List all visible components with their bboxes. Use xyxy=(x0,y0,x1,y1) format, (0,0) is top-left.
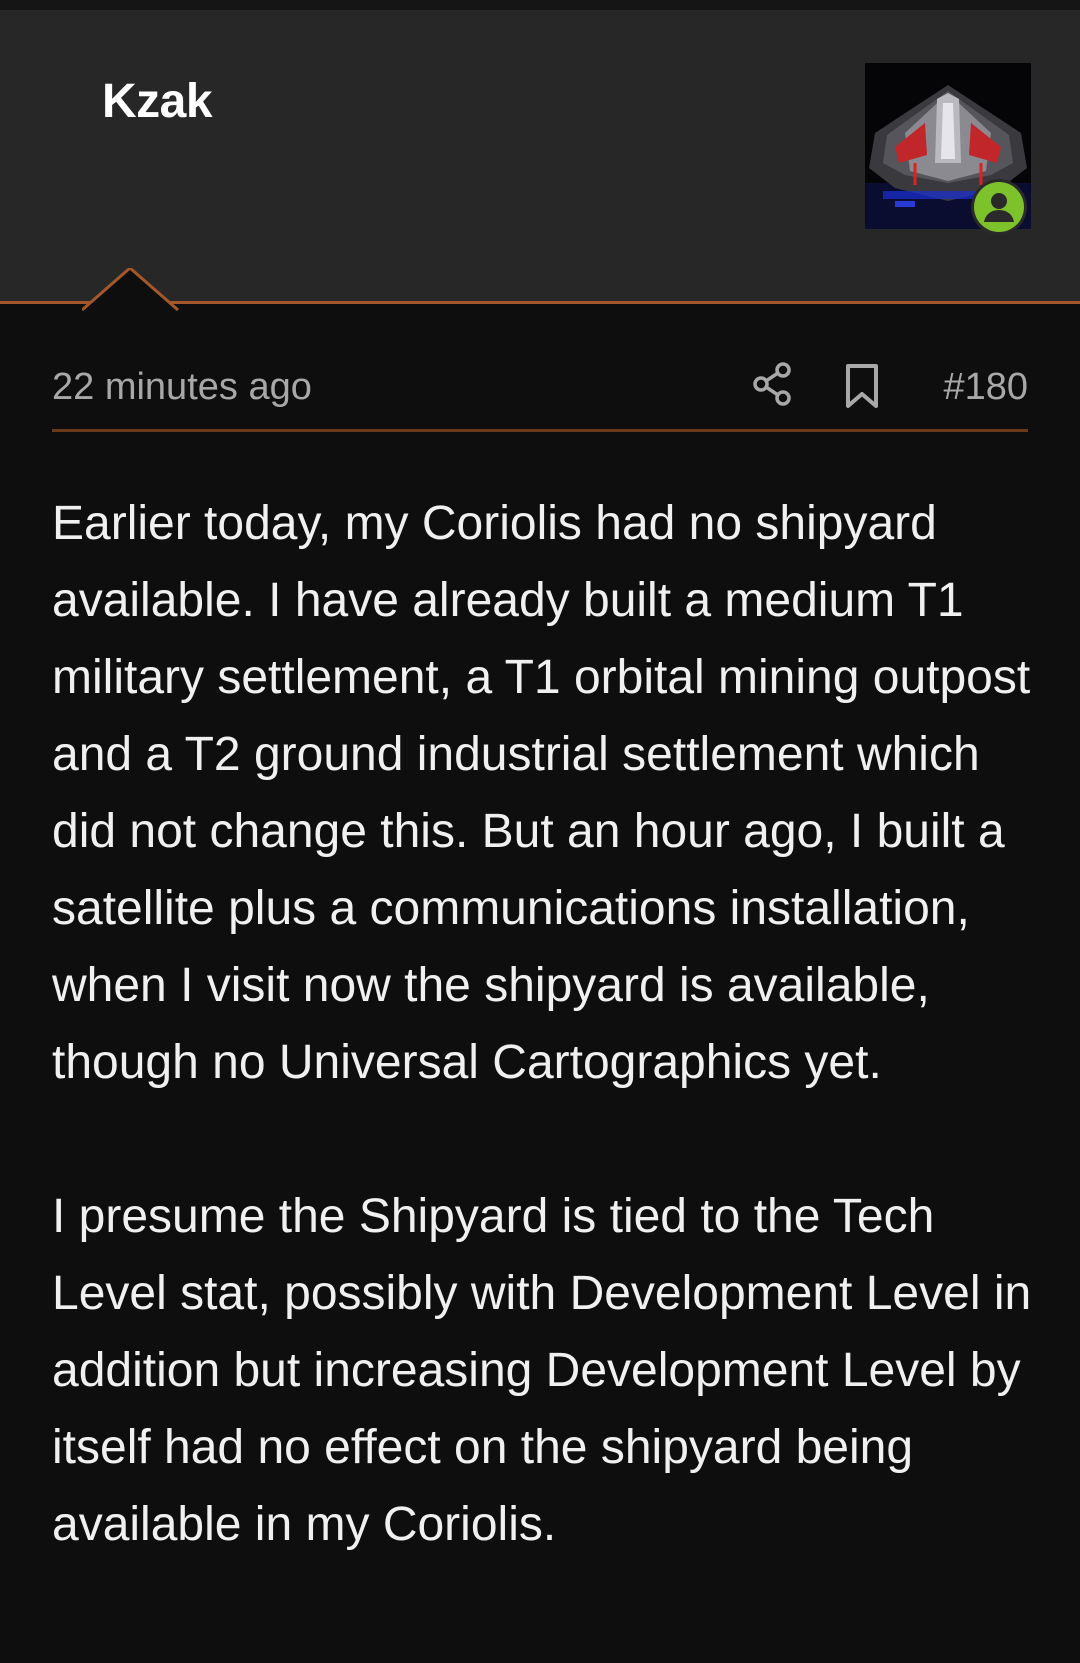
post-paragraph: Earlier today, my Coriolis had no shipya… xyxy=(52,497,1031,1089)
user-online-icon xyxy=(974,182,1024,232)
online-status-badge xyxy=(971,179,1027,235)
top-strip xyxy=(0,0,1080,10)
bookmark-icon[interactable] xyxy=(842,362,882,410)
post-timestamp[interactable]: 22 minutes ago xyxy=(52,366,312,409)
share-icon[interactable] xyxy=(749,360,797,408)
header-pointer xyxy=(82,268,179,320)
post-paragraph: I presume the Shipyard is tied to the Te… xyxy=(52,1190,1032,1551)
post-number[interactable]: #180 xyxy=(943,366,1028,409)
post-body: Earlier today, my Coriolis had no shipya… xyxy=(52,485,1042,1563)
post-meta: 22 minutes ago #180 xyxy=(52,360,1028,432)
author-name[interactable]: Kzak xyxy=(102,74,213,129)
post-header: Kzak xyxy=(0,10,1080,320)
avatar[interactable] xyxy=(865,63,1031,235)
